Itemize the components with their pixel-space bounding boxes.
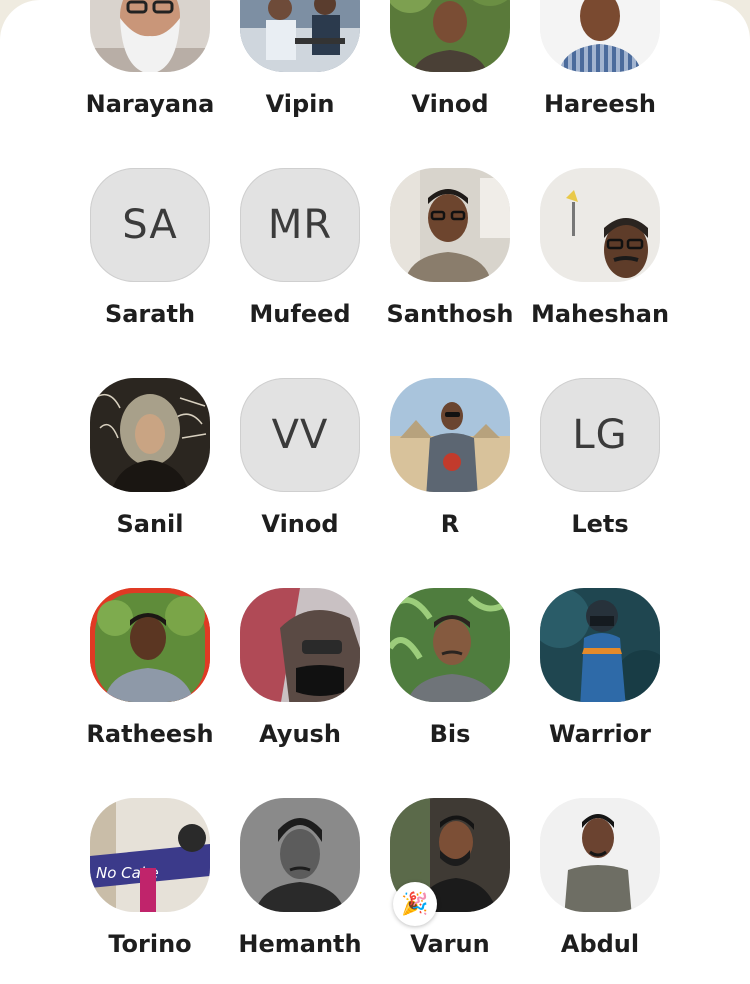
contact-name: Bis — [429, 720, 471, 748]
avatar — [390, 588, 510, 702]
avatar-photo — [390, 588, 510, 702]
contact-name: Torino — [108, 930, 192, 958]
contact-torino[interactable]: No Cake Torino — [75, 798, 225, 958]
avatar-photo — [90, 378, 210, 492]
contact-r[interactable]: R — [375, 378, 525, 538]
contact-sarath[interactable]: SA Sarath — [75, 168, 225, 328]
avatar — [390, 0, 510, 72]
contact-name: Ratheesh — [86, 720, 214, 748]
contact-bis[interactable]: Bis — [375, 588, 525, 748]
contact-vinod[interactable]: Vinod — [375, 0, 525, 118]
contact-abdul[interactable]: Abdul — [525, 798, 675, 958]
avatar — [540, 0, 660, 72]
contact-vinod-vv[interactable]: VV Vinod — [225, 378, 375, 538]
avatar-photo — [240, 588, 360, 702]
contact-lets[interactable]: LG Lets — [525, 378, 675, 538]
avatar — [540, 798, 660, 912]
contact-ratheesh[interactable]: Ratheesh — [75, 588, 225, 748]
contact-name: Warrior — [548, 720, 652, 748]
contact-name: Hareesh — [543, 90, 657, 118]
avatar-photo — [240, 0, 360, 72]
contact-name: Vipin — [265, 90, 335, 118]
contact-name: R — [440, 510, 460, 538]
contact-warrior[interactable]: Warrior — [525, 588, 675, 748]
avatar-photo — [240, 798, 360, 912]
initials-text: VV — [271, 412, 329, 458]
contact-name: Abdul — [560, 930, 640, 958]
contact-hemanth[interactable]: Hemanth — [225, 798, 375, 958]
contact-name: Vinod — [411, 90, 489, 118]
avatar-photo — [540, 588, 660, 702]
contact-name: Varun — [410, 930, 490, 958]
avatar — [390, 378, 510, 492]
avatar — [540, 168, 660, 282]
contact-name: Hemanth — [238, 930, 362, 958]
contact-name: Mufeed — [249, 300, 351, 328]
avatar — [90, 0, 210, 72]
contact-name: Maheshan — [530, 300, 670, 328]
avatar — [240, 798, 360, 912]
contact-name: Santhosh — [386, 300, 514, 328]
avatar — [390, 168, 510, 282]
avatar-photo — [540, 0, 660, 72]
contact-maheshan[interactable]: Maheshan — [525, 168, 675, 328]
party-popper-icon: 🎉 — [393, 882, 437, 926]
avatar-status-ring — [90, 588, 210, 702]
initials-text: LG — [572, 412, 628, 458]
avatar — [90, 378, 210, 492]
avatar-initials: VV — [240, 378, 360, 492]
avatar — [540, 588, 660, 702]
contact-sanil[interactable]: Sanil — [75, 378, 225, 538]
avatar-photo — [90, 0, 210, 72]
avatar-photo — [390, 168, 510, 282]
avatar-photo — [390, 0, 510, 72]
initials-text: MR — [267, 202, 333, 248]
contacts-grid: Narayana Vipin Vinod Hareesh SA Sarath M… — [0, 0, 750, 984]
contact-name: Narayana — [85, 90, 215, 118]
avatar-initials: SA — [90, 168, 210, 282]
avatar-photo — [540, 168, 660, 282]
avatar-initials: MR — [240, 168, 360, 282]
avatar — [240, 588, 360, 702]
avatar-initials: LG — [540, 378, 660, 492]
avatar: No Cake — [90, 798, 210, 912]
avatar-photo: No Cake — [90, 798, 210, 912]
contact-name: Sarath — [104, 300, 196, 328]
avatar-photo — [390, 378, 510, 492]
avatar — [240, 0, 360, 72]
contact-vipin[interactable]: Vipin — [225, 0, 375, 118]
contact-hareesh[interactable]: Hareesh — [525, 0, 675, 118]
contact-name: Vinod — [261, 510, 339, 538]
avatar-photo — [540, 798, 660, 912]
contact-santhosh[interactable]: Santhosh — [375, 168, 525, 328]
contact-ayush[interactable]: Ayush — [225, 588, 375, 748]
contact-name: Sanil — [116, 510, 184, 538]
contact-varun[interactable]: 🎉 Varun — [375, 798, 525, 958]
contact-narayana[interactable]: Narayana — [75, 0, 225, 118]
initials-text: SA — [122, 202, 178, 248]
contact-name: Lets — [571, 510, 629, 538]
avatar-photo — [90, 588, 210, 702]
contact-mufeed[interactable]: MR Mufeed — [225, 168, 375, 328]
contact-name: Ayush — [259, 720, 341, 748]
